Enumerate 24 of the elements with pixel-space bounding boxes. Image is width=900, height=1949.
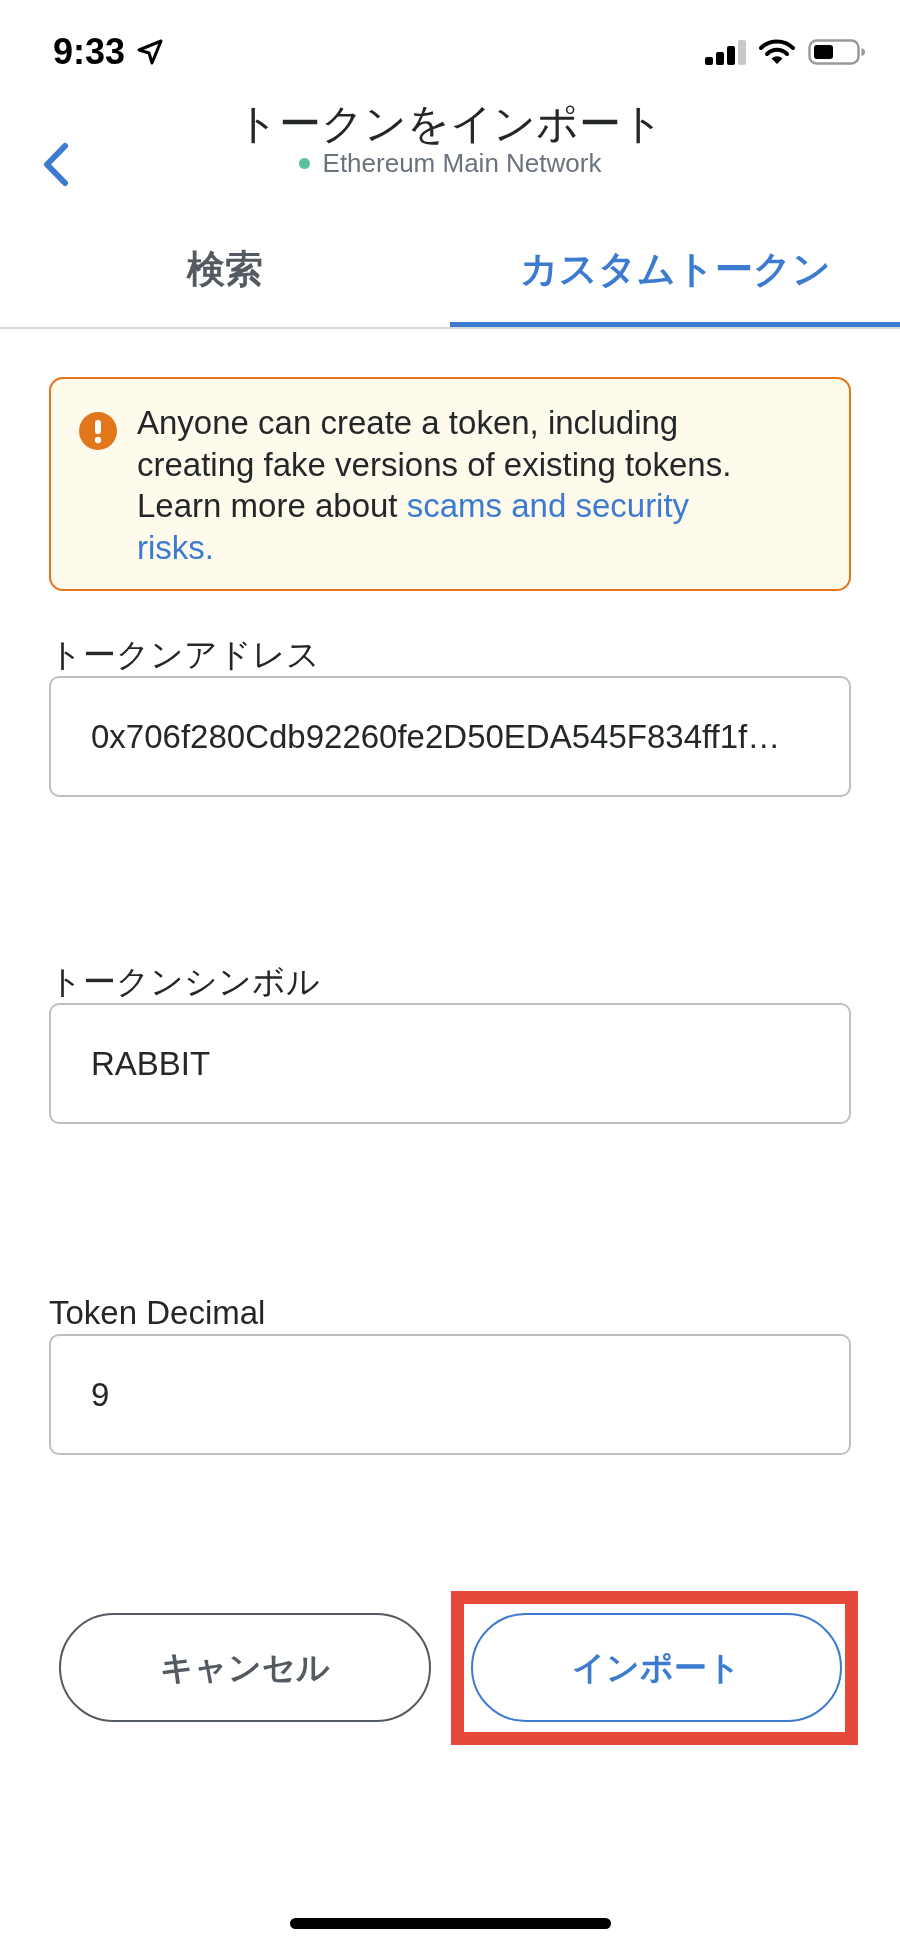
warning-text: Anyone can create a token, including creating fake versions of existing tokens. Learn more about scams and security risks. [137, 403, 733, 568]
link[interactable]: scams and security [406, 487, 690, 524]
tab[interactable]: カスタムトークン [450, 211, 900, 327]
signal-icon [705, 39, 746, 65]
text-field[interactable]: RABBIT [49, 1003, 851, 1124]
back-button[interactable] [43, 142, 69, 187]
action-button[interactable]: インポート [470, 1613, 842, 1722]
action-button[interactable]: キャンセル [59, 1613, 431, 1722]
exclamation-icon [79, 412, 117, 450]
screen-title: トークンをインポート [236, 102, 664, 146]
location-arrow-icon [137, 39, 164, 65]
battery-icon [808, 39, 865, 65]
chevron-left-icon [43, 142, 69, 187]
text-field[interactable]: 0x706f280Cdb92260fe2D50EDA545F834ff1f… [49, 676, 851, 797]
status-time: 9:33 [53, 32, 126, 72]
field-label: トークンシンボル [49, 964, 320, 1000]
field-label: トークンアドレス [49, 637, 320, 673]
network-dot-icon [298, 157, 310, 169]
tab[interactable]: 検索 [0, 211, 450, 327]
network-name: Ethereum Main Network [322, 148, 602, 178]
text-field[interactable]: 9 [49, 1334, 851, 1455]
field-label: Token Decimal [49, 1295, 266, 1331]
link[interactable]: risks. [137, 528, 214, 566]
wifi-icon [759, 39, 795, 65]
